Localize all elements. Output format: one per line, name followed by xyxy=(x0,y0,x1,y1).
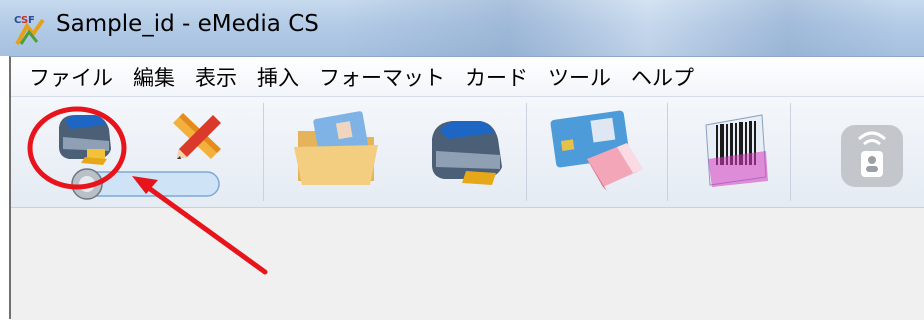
menu-help[interactable]: ヘルプ xyxy=(631,62,694,92)
app-client-area: ファイル 編集 表示 挿入 フォーマット カード ツール ヘルプ xyxy=(9,56,924,320)
toolbar-group-card xyxy=(527,103,668,201)
pencil-ruler-icon xyxy=(173,113,221,159)
main-toolbar xyxy=(11,97,924,208)
toolbar-group-encode xyxy=(791,103,924,201)
menu-file[interactable]: ファイル xyxy=(29,62,113,92)
printer-toggle-slider-icon xyxy=(71,168,220,200)
menu-view[interactable]: 表示 xyxy=(195,62,237,92)
toolbar-group-printer xyxy=(11,103,264,201)
contactless-encode-button[interactable] xyxy=(837,117,907,189)
print-card-button[interactable] xyxy=(422,111,514,191)
svg-text:F: F xyxy=(28,15,35,26)
toolbar-group-file xyxy=(264,103,527,201)
edit-tool-button[interactable] xyxy=(169,109,227,163)
menu-tools[interactable]: ツール xyxy=(548,62,611,92)
menu-insert[interactable]: 挿入 xyxy=(257,62,299,92)
title-bar-sheen xyxy=(340,0,900,56)
print-card-icon xyxy=(432,121,502,185)
menu-edit[interactable]: 編集 xyxy=(133,62,175,92)
card-eraser-icon xyxy=(550,110,643,191)
open-folder-icon xyxy=(294,111,378,185)
card-erase-button[interactable] xyxy=(547,107,651,193)
toolbar-group-barcode xyxy=(668,103,791,201)
barcode-icon xyxy=(705,114,768,187)
menu-card[interactable]: カード xyxy=(465,62,528,92)
document-workspace xyxy=(11,208,924,320)
printer-button[interactable] xyxy=(51,107,123,167)
menu-format[interactable]: フォーマット xyxy=(319,62,445,92)
open-button[interactable] xyxy=(290,111,386,189)
menu-bar: ファイル 編集 表示 挿入 フォーマット カード ツール ヘルプ xyxy=(11,57,924,97)
contactless-encode-icon xyxy=(841,125,903,187)
window-title: Sample_id - eMedia CS xyxy=(56,11,319,37)
barcode-button[interactable] xyxy=(702,111,770,189)
title-bar: C S F Sample_id - eMedia CS xyxy=(0,0,924,56)
printer-icon xyxy=(59,115,111,165)
printer-toggle-slider[interactable] xyxy=(65,167,223,201)
emedia-cs-logo-icon: C S F xyxy=(14,15,45,45)
